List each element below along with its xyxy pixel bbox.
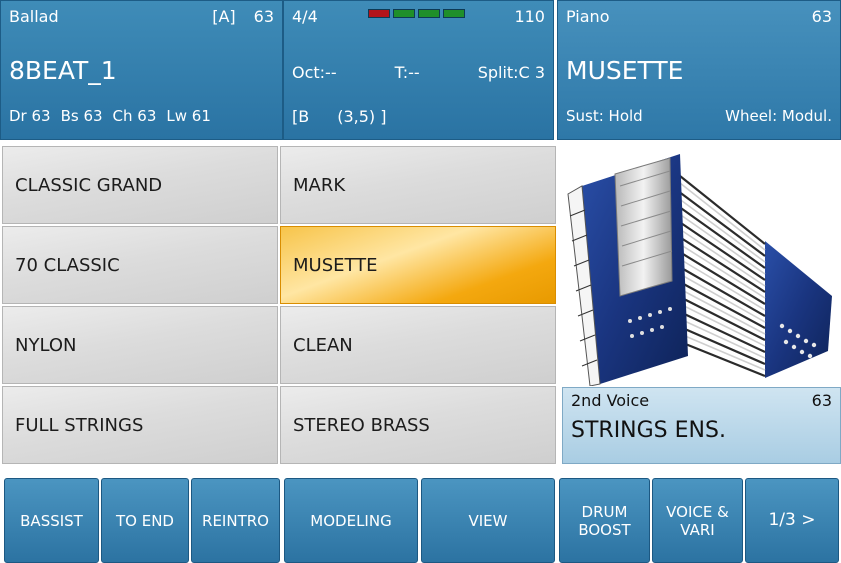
bassist-label: BASSIST <box>20 511 83 530</box>
voice-item-nylon[interactable]: NYLON <box>2 306 278 384</box>
style-variation: [A] <box>212 7 236 26</box>
beat-indicator-3 <box>417 9 440 18</box>
status-panel: 4/4 110 Oct:-- T:-- Split:C 3 [B (3,5) ] <box>283 0 554 140</box>
chord-bracket: [B <box>292 107 310 126</box>
time-signature: 4/4 <box>292 7 318 26</box>
voice-volume: 63 <box>811 7 832 26</box>
voice-vari-button[interactable]: VOICE & VARI <box>652 478 743 563</box>
voice-item-stereo-brass[interactable]: STEREO BRASS <box>280 386 556 464</box>
beat-indicator-2 <box>392 9 415 18</box>
voice-item-clean[interactable]: CLEAN <box>280 306 556 384</box>
voice-item-musette[interactable]: MUSETTE <box>280 226 556 304</box>
lower-volume: Lw 61 <box>166 107 211 125</box>
octave: Oct:-- <box>292 63 337 82</box>
tempo: 110 <box>514 7 545 26</box>
voice-item-label: MARK <box>293 174 346 196</box>
chord-value: (3,5) ] <box>337 107 387 126</box>
second-voice-name: STRINGS ENS. <box>571 418 726 443</box>
transpose: T:-- <box>394 63 420 82</box>
voice-panel[interactable]: Piano 63 MUSETTE Sust: Hold Wheel: Modul… <box>557 0 841 140</box>
style-name: Ballad <box>9 7 59 26</box>
voice-item-label: 70 CLASSIC <box>15 254 120 276</box>
second-voice-volume: 63 <box>811 391 832 410</box>
voice-item-mark[interactable]: MARK <box>280 146 556 224</box>
drum-volume: Dr 63 <box>9 107 51 125</box>
drum-boost-label-line1: DRUM <box>581 502 628 521</box>
page-label: 1/3 > <box>768 510 816 531</box>
second-voice-label: 2nd Voice <box>571 391 650 410</box>
voice-item-label: CLEAN <box>293 334 353 356</box>
reintro-label: REINTRO <box>202 511 269 530</box>
view-label: VIEW <box>468 511 508 530</box>
to-end-button[interactable]: TO END <box>101 478 189 563</box>
view-button[interactable]: VIEW <box>421 478 555 563</box>
style-volume: 63 <box>253 7 274 26</box>
pattern-name: 8BEAT_1 <box>9 56 117 85</box>
beat-indicator-4 <box>442 9 465 18</box>
voice-item-classic-grand[interactable]: CLASSIC GRAND <box>2 146 278 224</box>
voice-item-70-classic[interactable]: 70 CLASSIC <box>2 226 278 304</box>
beat-indicator-1 <box>367 9 390 18</box>
chord-volume: Ch 63 <box>112 107 157 125</box>
drum-boost-label-line2: BOOST <box>578 520 631 539</box>
sustain-setting: Sust: Hold <box>566 107 643 125</box>
split-point: Split:C 3 <box>477 63 545 82</box>
voice-item-label: FULL STRINGS <box>15 414 144 436</box>
voice-item-full-strings[interactable]: FULL STRINGS <box>2 386 278 464</box>
bass-volume: Bs 63 <box>60 107 103 125</box>
bassist-button[interactable]: BASSIST <box>4 478 99 563</box>
voice-item-label: NYLON <box>15 334 77 356</box>
drum-boost-button[interactable]: DRUM BOOST <box>559 478 650 563</box>
voice-item-label: STEREO BRASS <box>293 414 430 436</box>
modeling-button[interactable]: MODELING <box>284 478 418 563</box>
voice-vari-label-line1: VOICE & <box>666 502 729 521</box>
style-panel[interactable]: Ballad [A] 63 8BEAT_1 Dr 63 Bs 63 Ch 63 … <box>0 0 283 140</box>
to-end-label: TO END <box>116 511 174 530</box>
modeling-label: MODELING <box>310 511 392 530</box>
beat-meter <box>367 9 465 26</box>
accordion-icon <box>567 154 832 387</box>
page-next-button[interactable]: 1/3 > <box>745 478 839 563</box>
function-button-bar: BASSIST TO END REINTRO MODELING VIEW DRU… <box>0 478 841 563</box>
wheel-setting: Wheel: Modul. <box>725 107 832 125</box>
second-voice-panel[interactable]: 2nd Voice 63 STRINGS ENS. <box>562 387 841 464</box>
voice-item-label: CLASSIC GRAND <box>15 174 163 196</box>
voice-name: MUSETTE <box>566 56 684 85</box>
voice-category: Piano <box>566 7 610 26</box>
voice-item-label: MUSETTE <box>293 254 378 276</box>
accordion-image <box>560 146 841 387</box>
reintro-button[interactable]: REINTRO <box>191 478 280 563</box>
voice-vari-label-line2: VARI <box>680 520 715 539</box>
